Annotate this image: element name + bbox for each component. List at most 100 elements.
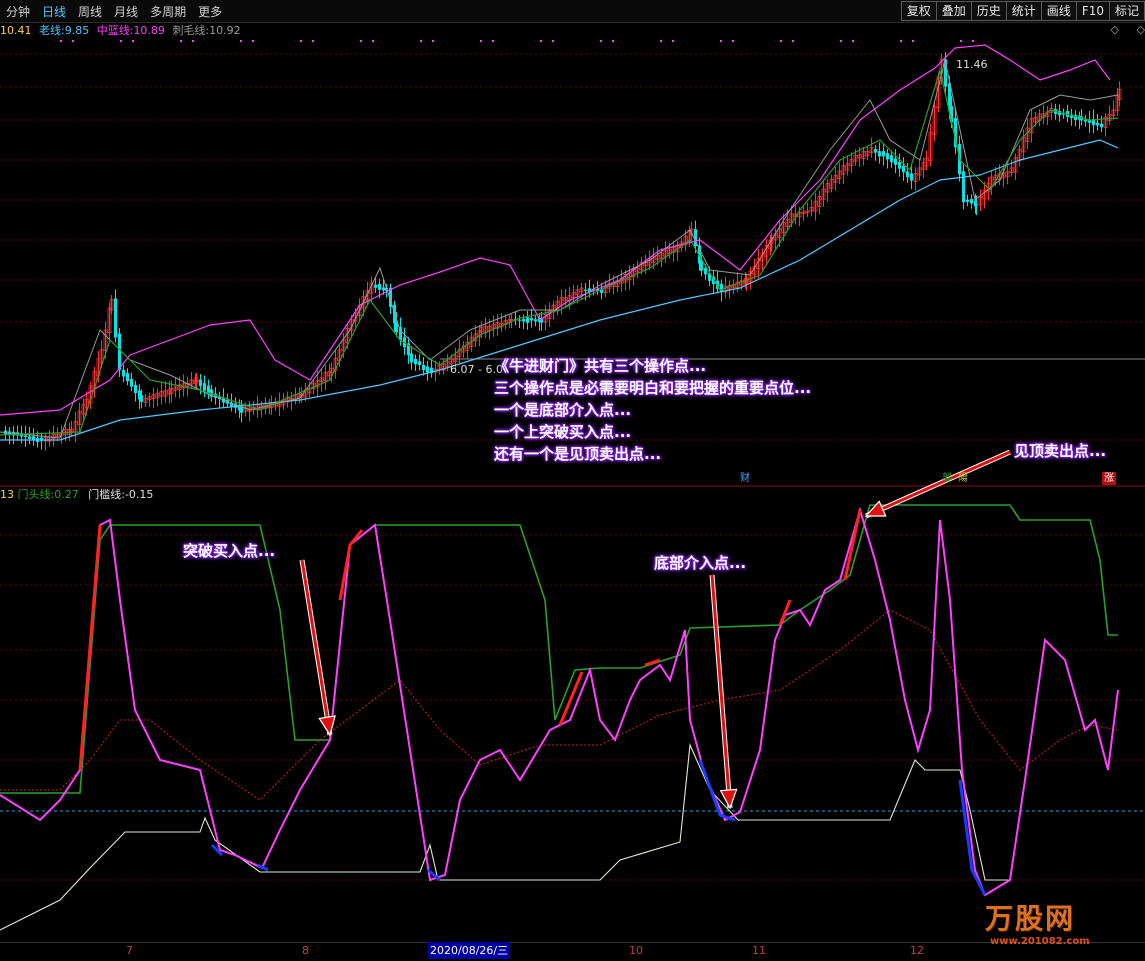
candle-body <box>410 353 413 363</box>
marker-dot <box>360 40 362 42</box>
marker-dot <box>660 40 662 42</box>
event-tag-1[interactable]: 部 <box>940 472 954 485</box>
marker-dot <box>300 40 302 42</box>
candle-body <box>530 318 533 321</box>
marker-dot <box>960 40 962 42</box>
event-tag-2[interactable]: 陽 <box>956 472 970 485</box>
marker-dot <box>492 40 494 42</box>
candle-body <box>584 289 587 291</box>
marker-dot <box>120 40 122 42</box>
annotation-intro: 《牛进财门》共有三个操作点... 三个操作点是必需要明白和要把握的重要点位...… <box>494 355 811 465</box>
candle-body <box>975 204 978 206</box>
legend-mentou-label: 门头线: <box>17 488 55 501</box>
marker-dot <box>840 40 842 42</box>
candle-body <box>704 268 707 275</box>
arrow-shaft <box>710 574 732 809</box>
marker-dot <box>192 40 194 42</box>
candle-body <box>966 199 969 202</box>
candle-body <box>962 171 965 203</box>
marker-dot <box>60 40 62 42</box>
marker-dot <box>792 40 794 42</box>
x-label-8: 8 <box>302 944 309 957</box>
candle-body <box>526 317 529 323</box>
legend-menkan-value: -0.15 <box>124 488 154 501</box>
candle-body <box>126 373 129 382</box>
candle-body <box>890 155 893 163</box>
marker-dot <box>900 40 902 42</box>
signal-up-segment <box>338 529 364 601</box>
bottom-arrow <box>709 574 738 810</box>
indicator-prefix: 13 <box>0 488 14 501</box>
candle-body <box>414 358 417 365</box>
candle-body <box>720 283 723 293</box>
candle-body <box>970 198 973 204</box>
marker-dot <box>540 40 542 42</box>
candle-body <box>902 165 905 173</box>
candle-body <box>700 261 703 271</box>
annotation-breakout: 突破买入点... <box>183 542 276 560</box>
candle-body <box>1084 119 1087 122</box>
marker-dot <box>252 40 254 42</box>
annotation-top: 见顶卖出点... <box>1014 442 1107 460</box>
annotation-line-2: 三个操作点是必需要明白和要把握的重要点位... <box>494 379 812 397</box>
candle-body <box>898 162 901 169</box>
marker-dot <box>480 40 482 42</box>
x-label-10: 10 <box>629 944 643 957</box>
candle-body <box>374 284 377 288</box>
marker-dot <box>72 40 74 42</box>
x-label-7: 7 <box>126 944 133 957</box>
candle-body <box>199 379 202 386</box>
candle-body <box>894 158 897 165</box>
marker-dot <box>372 40 374 42</box>
candle-body <box>422 364 425 371</box>
marker-dot <box>312 40 314 42</box>
candle-body <box>878 151 881 157</box>
signal-up-segment <box>78 524 102 771</box>
indicator-legend: 13 门头线:0.27 门槛线:-0.15 <box>0 487 153 503</box>
watermark-url: www.201082.com <box>990 936 1090 947</box>
candle-body <box>518 319 521 321</box>
candle-body <box>28 436 31 439</box>
candle-body <box>522 319 525 322</box>
marker-dot <box>672 40 674 42</box>
candle-body <box>534 319 537 322</box>
legend-mentou-value: 0.27 <box>54 488 79 501</box>
marker-dot <box>240 40 242 42</box>
marker-dot <box>132 40 134 42</box>
x-label-11: 11 <box>752 944 766 957</box>
event-tag-cai[interactable]: 财 <box>738 472 752 485</box>
kline-chart[interactable] <box>0 0 1145 960</box>
candle-body <box>418 361 421 366</box>
candle-body <box>130 379 133 387</box>
marker-dot <box>432 40 434 42</box>
x-label-12: 12 <box>910 944 924 957</box>
annotation-line-3: 一个是底部介入点... <box>494 401 632 419</box>
marker-dot <box>972 40 974 42</box>
marker-dot <box>420 40 422 42</box>
candle-body <box>207 385 210 393</box>
candle-body <box>118 333 121 371</box>
marker-dot <box>180 40 182 42</box>
candle-body <box>874 149 877 153</box>
candle-body <box>910 173 913 181</box>
marker-dot <box>852 40 854 42</box>
x-axis <box>0 942 1145 961</box>
candle-body <box>1100 123 1103 128</box>
x-label-cursor-date: 2020/08/26/三 <box>428 942 511 959</box>
candle-body <box>906 171 909 178</box>
event-tag-zhang[interactable]: 涨 <box>1102 472 1116 485</box>
annotation-line-4: 一个上突破买入点... <box>494 423 632 441</box>
annotation-bottom: 底部介入点... <box>654 554 747 572</box>
marker-dot <box>552 40 554 42</box>
arrow-shaft <box>300 559 332 736</box>
breakout-arrow <box>299 559 336 737</box>
marker-dot <box>720 40 722 42</box>
signal-down-segment <box>958 779 987 896</box>
marker-dot <box>732 40 734 42</box>
candle-body <box>140 395 143 402</box>
candle-body <box>382 287 385 291</box>
marker-dot <box>600 40 602 42</box>
watermark-logo: 万股网 <box>985 902 1076 935</box>
candle-body <box>134 384 137 394</box>
candle-body <box>378 283 381 290</box>
